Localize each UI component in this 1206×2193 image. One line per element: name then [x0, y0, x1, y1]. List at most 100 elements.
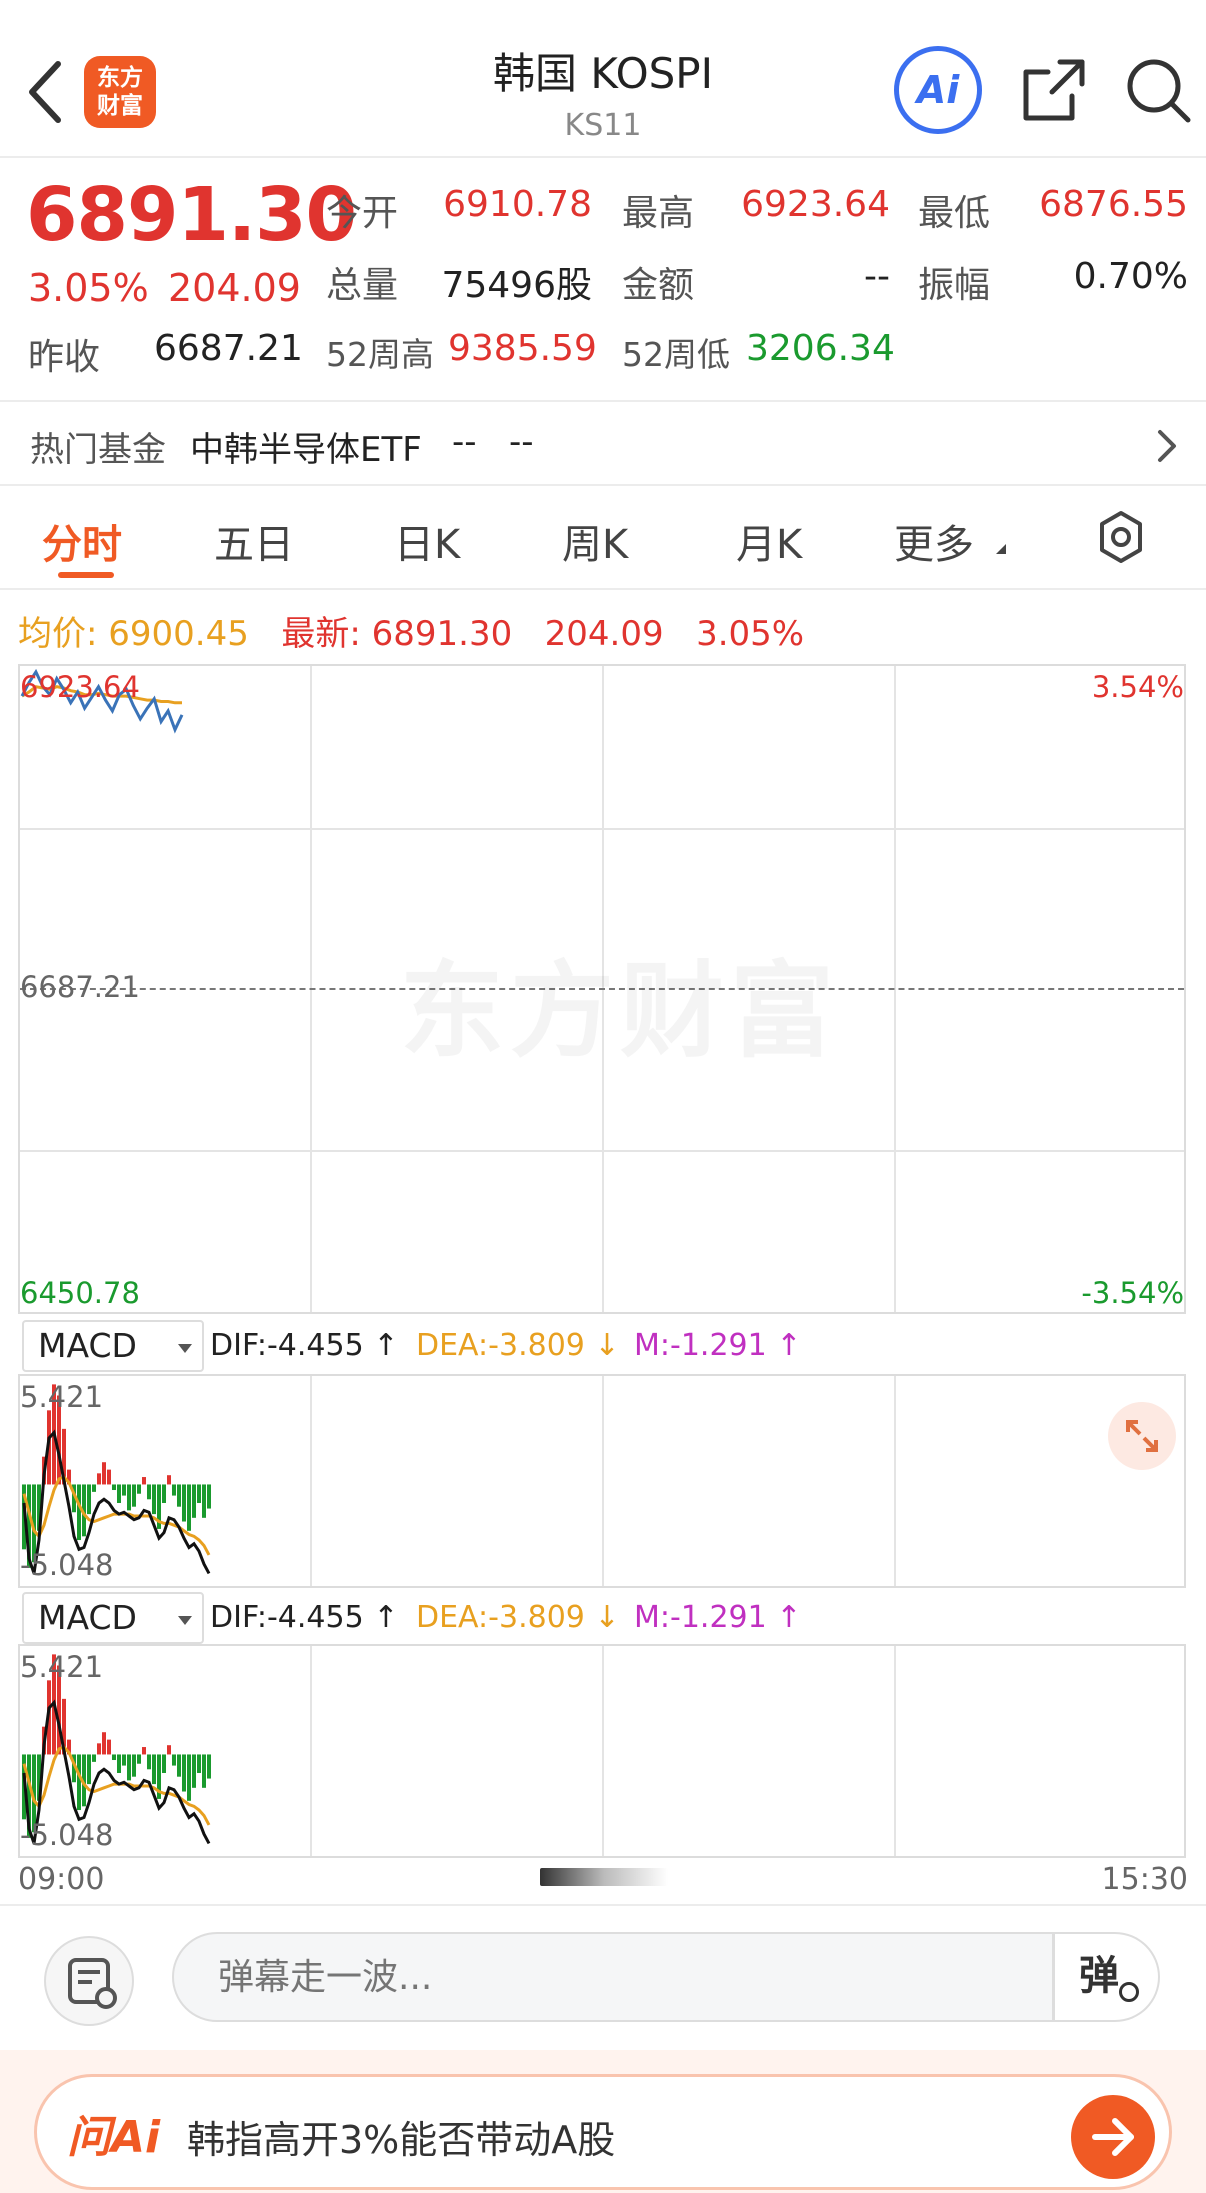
- chevron-right-icon: [1158, 430, 1176, 462]
- indicator-select-1[interactable]: MACD: [22, 1320, 204, 1372]
- latest-label: 最新:: [281, 614, 361, 654]
- macd-histogram-bar: [162, 1754, 166, 1773]
- last-price: 6891.30: [26, 172, 357, 258]
- macd-histogram-bar: [107, 1739, 111, 1755]
- macd-histogram-bar: [167, 1745, 171, 1755]
- macd-histogram-bar: [187, 1484, 191, 1531]
- tab-daily-k[interactable]: 日K: [394, 512, 460, 570]
- macd-histogram-bar: [122, 1484, 126, 1496]
- chevron-down-icon: [178, 1344, 192, 1353]
- macd-histogram-bar: [167, 1475, 171, 1485]
- change-percent: 3.05%: [28, 266, 149, 310]
- dea-line: [22, 1745, 211, 1826]
- active-tab-indicator: [58, 572, 114, 578]
- danmaku-input[interactable]: [172, 1932, 1054, 2022]
- hot-fund-row[interactable]: 热门基金 中韩半导体ETF -- --: [0, 402, 1206, 486]
- open-label: 今开: [326, 193, 399, 234]
- macd-chart-2[interactable]: 5.421 -5.048: [18, 1644, 1186, 1858]
- volume-label: 总量: [326, 265, 399, 306]
- share-icon[interactable]: [1020, 56, 1088, 124]
- macd-axis-top: 5.421: [20, 1380, 104, 1414]
- macd-axis-bottom: -5.048: [20, 1548, 114, 1582]
- indicator-select-2[interactable]: MACD: [22, 1592, 204, 1644]
- more-caret-icon: [996, 544, 1006, 554]
- macd-histogram-bar: [197, 1484, 201, 1503]
- open-value: 6910.78: [443, 184, 592, 225]
- macd-histogram-bar: [202, 1754, 206, 1788]
- macd-histogram-bar: [142, 1747, 146, 1755]
- macd-histogram-bar: [102, 1732, 106, 1755]
- volume-value: 75496股: [441, 265, 592, 306]
- hot-fund-value-2: --: [508, 422, 534, 462]
- macd-histogram-bar: [192, 1754, 196, 1788]
- amount-label: 金额: [622, 265, 695, 306]
- macd-histogram-bar: [202, 1484, 206, 1518]
- macd-dif: DIF:-4.455 ↑: [210, 1600, 399, 1635]
- macd-histogram-bar: [147, 1484, 151, 1500]
- axis-bottom-price: 6450.78: [20, 1276, 140, 1310]
- ask-ai-question: 韩指高开3%能否带动A股: [187, 2118, 616, 2162]
- macd-histogram-bar: [107, 1469, 111, 1485]
- macd-m: M:-1.291 ↑: [634, 1600, 802, 1635]
- macd-histogram-bar: [87, 1484, 91, 1515]
- axis-bottom-pct: -3.54%: [1081, 1276, 1184, 1310]
- ask-ai-bar[interactable]: 问Ai 韩指高开3%能否带动A股: [34, 2074, 1172, 2190]
- danmaku-toggle-button[interactable]: 弹: [1054, 1932, 1160, 2022]
- danmaku-bar: 弹: [0, 1904, 1206, 2050]
- axis-top-pct: 3.54%: [1091, 670, 1184, 704]
- macd-histogram-bar: [127, 1484, 131, 1511]
- macd-header-1: MACD DIF:-4.455 ↑ DEA:-3.809 ↓ M:-1.291 …: [18, 1320, 1188, 1374]
- settings-gear-icon[interactable]: [1094, 510, 1148, 564]
- macd-histogram-bar: [132, 1754, 136, 1777]
- macd-histogram-bar: [177, 1754, 181, 1777]
- low-label: 最低: [918, 193, 991, 234]
- tab-more[interactable]: 更多: [894, 512, 974, 570]
- macd-histogram-bar: [117, 1754, 121, 1773]
- axis-mid-price: 6687.21: [20, 970, 140, 1004]
- macd-histogram-bar: [112, 1484, 116, 1491]
- chart-scroll-indicator[interactable]: [540, 1868, 668, 1886]
- macd-m: M:-1.291 ↑: [634, 1328, 802, 1363]
- tab-monthly-k[interactable]: 月K: [736, 512, 802, 570]
- avg-price-value: 6900.45: [108, 614, 249, 654]
- intraday-plot: [20, 668, 184, 734]
- macd-histogram-bar: [172, 1484, 176, 1496]
- macd-header-2: MACD DIF:-4.455 ↑ DEA:-3.809 ↓ M:-1.291 …: [18, 1592, 1188, 1646]
- tab-weekly-k[interactable]: 周K: [562, 512, 628, 570]
- prev-close-value: 6687.21: [154, 328, 303, 369]
- ask-ai-submit-button[interactable]: [1071, 2095, 1155, 2179]
- macd-histogram-bar: [162, 1484, 166, 1503]
- tab-intraday[interactable]: 分时: [42, 512, 122, 570]
- macd-histogram-bar: [182, 1484, 186, 1522]
- macd-dea: DEA:-3.809 ↓: [416, 1600, 620, 1635]
- expand-chart-button[interactable]: [1108, 1402, 1176, 1470]
- macd-histogram-bar: [177, 1484, 181, 1507]
- low-value: 6876.55: [1039, 184, 1188, 225]
- comment-list-button[interactable]: [44, 1936, 134, 2026]
- indicator-select-label: MACD: [38, 1598, 137, 1637]
- search-icon[interactable]: [1124, 56, 1192, 124]
- arrow-right-icon: [1092, 2118, 1134, 2156]
- hot-fund-value-1: --: [452, 422, 477, 462]
- avg-price-label: 均价:: [18, 614, 98, 654]
- macd-histogram-bar: [102, 1462, 106, 1485]
- macd-histogram-bar: [112, 1754, 116, 1761]
- latest-pct-value: 3.05%: [696, 614, 805, 654]
- macd-histogram-bar: [127, 1754, 131, 1781]
- ai-assistant-button[interactable]: Ai: [894, 46, 982, 134]
- indicator-select-label: MACD: [38, 1326, 137, 1365]
- intraday-chart[interactable]: 东方财富 6923.64 3.54% 6687.21 6450.78 -3.54…: [18, 664, 1186, 1314]
- macd-histogram-bar: [97, 1743, 101, 1755]
- danmaku-toggle-label: 弹: [1079, 1953, 1119, 1999]
- expand-arrows-icon: [1126, 1420, 1158, 1452]
- macd-chart-1[interactable]: 5.421 -5.048: [18, 1374, 1186, 1588]
- ask-ai-logo: 问Ai: [67, 2112, 161, 2163]
- amplitude-label: 振幅: [918, 265, 991, 306]
- macd-histogram-bar: [207, 1754, 211, 1779]
- axis-top-price: 6923.64: [20, 670, 140, 704]
- wk52-high-label: 52周高: [326, 335, 434, 374]
- macd-histogram-bar: [87, 1754, 91, 1785]
- time-axis-end: 15:30: [1101, 1862, 1188, 1897]
- macd-dea: DEA:-3.809 ↓: [416, 1328, 620, 1363]
- tab-five-day[interactable]: 五日: [214, 512, 294, 570]
